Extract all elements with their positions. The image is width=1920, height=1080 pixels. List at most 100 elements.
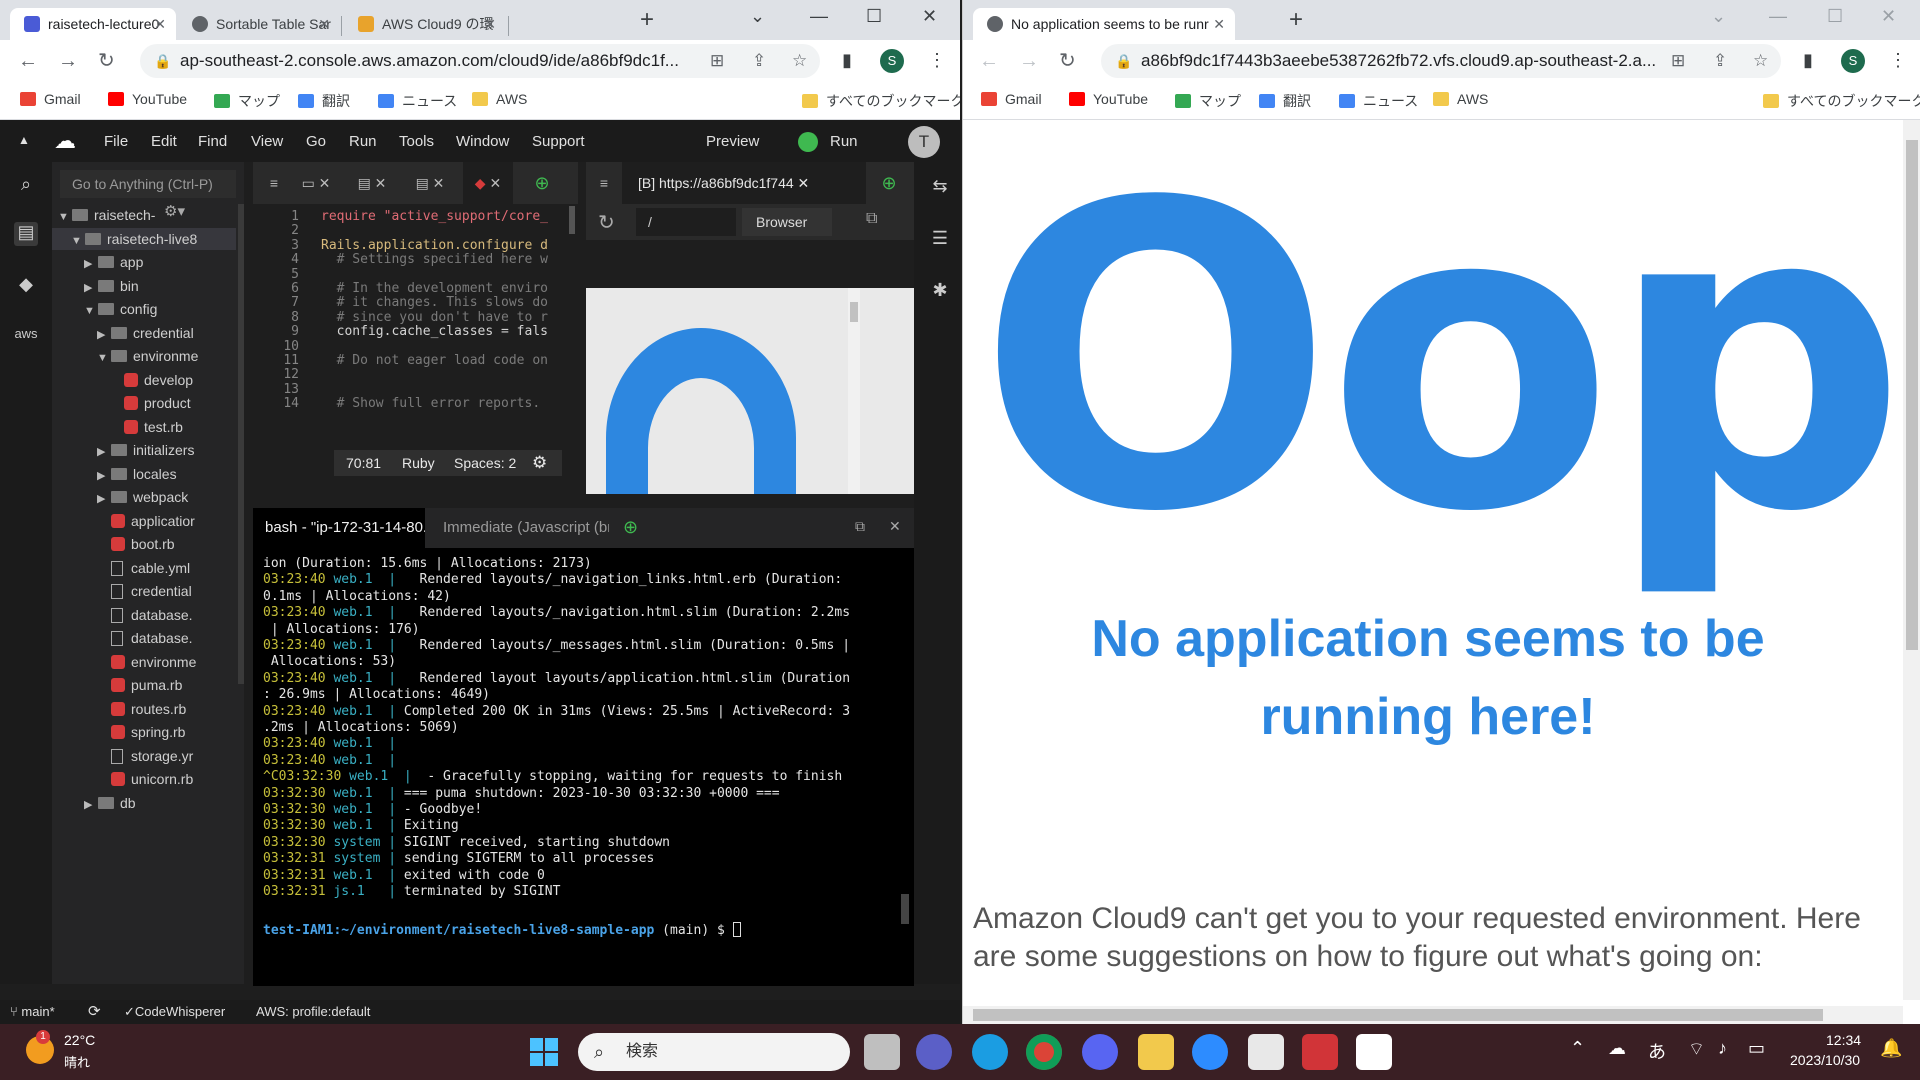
teams-icon[interactable]: [916, 1034, 952, 1070]
branch-indicator[interactable]: ⑂ main*: [10, 1004, 55, 1019]
pane-menu-icon[interactable]: ≡: [253, 162, 295, 204]
reload-button[interactable]: ↻: [1059, 46, 1076, 76]
microsoft-store-icon[interactable]: [1248, 1034, 1284, 1070]
bookmark-gmail[interactable]: Gmail: [20, 91, 81, 107]
tree-item[interactable]: cable.yml: [52, 557, 236, 579]
new-tab-button[interactable]: +: [640, 8, 654, 32]
tree-item[interactable]: ▶ db: [52, 792, 236, 814]
menu-support[interactable]: Support: [532, 133, 585, 150]
discord-icon[interactable]: [1082, 1034, 1118, 1070]
bookmark-aws[interactable]: AWS: [1433, 91, 1488, 107]
menu-view[interactable]: View: [251, 133, 283, 150]
tree-item[interactable]: unicorn.rb: [52, 768, 236, 790]
menu-run[interactable]: Run: [349, 133, 377, 150]
weather-desc[interactable]: 晴れ: [64, 1052, 90, 1071]
terminal-tab-immediate[interactable]: Immediate (Javascript (br ✕: [433, 508, 609, 548]
tab-no-application[interactable]: No application seems to be runr ✕: [973, 8, 1235, 40]
bookmark-translate[interactable]: 翻訳: [298, 91, 350, 111]
clock-time[interactable]: 12:34: [1826, 1032, 1861, 1048]
tree-item[interactable]: database.: [52, 604, 236, 626]
tree-item[interactable]: ▼ environme: [52, 345, 236, 367]
tree-item[interactable]: spring.rb: [52, 721, 236, 743]
aws-profile[interactable]: AWS: profile:default: [256, 1004, 370, 1019]
browser-dropdown[interactable]: Browser: [742, 208, 832, 236]
tree-item[interactable]: ▶ locales: [52, 463, 236, 485]
tree-item[interactable]: ▶ webpack: [52, 486, 236, 508]
preview-path-input[interactable]: /: [636, 208, 736, 236]
menu-icon[interactable]: ⋮: [1889, 50, 1907, 71]
task-view-icon[interactable]: [864, 1034, 900, 1070]
zoom-icon[interactable]: [1192, 1034, 1228, 1070]
tree-item[interactable]: ▶ initializers: [52, 439, 236, 461]
sync-icon[interactable]: ⟳: [88, 1002, 101, 1020]
menu-tools[interactable]: Tools: [399, 133, 434, 150]
tree-item[interactable]: ▶ app: [52, 251, 236, 273]
volume-icon[interactable]: ♪: [1718, 1038, 1727, 1059]
tree-item[interactable]: credential: [52, 580, 236, 602]
maximize-pane-icon[interactable]: ⧉: [855, 518, 865, 535]
source-control-icon[interactable]: ◆: [14, 274, 38, 298]
collaborate-icon[interactable]: ⇆: [928, 176, 952, 200]
maximize-button[interactable]: ☐: [866, 6, 882, 27]
reload-button[interactable]: ↻: [98, 46, 115, 76]
bookmark-maps[interactable]: マップ: [214, 91, 280, 111]
all-bookmarks[interactable]: すべてのブックマーク: [802, 91, 960, 111]
tree-item[interactable]: ▼ raisetech-live8: [52, 227, 236, 250]
close-icon[interactable]: ✕: [484, 8, 496, 40]
close-pane-icon[interactable]: ✕: [889, 518, 901, 535]
tree-item[interactable]: puma.rb: [52, 674, 236, 696]
terminal-scrollbar[interactable]: [901, 894, 909, 924]
tree-item[interactable]: ▶ bin: [52, 275, 236, 297]
chrome-icon[interactable]: [1026, 1034, 1062, 1070]
tree-item[interactable]: develop: [52, 369, 236, 391]
address-bar[interactable]: 🔒 a86bf9dc1f7443b3aeebe5387262fb72.vfs.c…: [1101, 44, 1781, 78]
bookmark-maps[interactable]: マップ: [1175, 91, 1241, 111]
menu-icon[interactable]: ⋮: [928, 50, 946, 71]
star-icon[interactable]: ☆: [792, 44, 807, 78]
wifi-icon[interactable]: ⌔: [1688, 1038, 1705, 1061]
tree-item[interactable]: test.rb: [52, 416, 236, 438]
codewhisperer-status[interactable]: ✓CodeWhisperer: [124, 1004, 225, 1020]
scroll-thumb[interactable]: [973, 1009, 1823, 1021]
editor-tab-ruby-active[interactable]: ◆ ✕: [463, 162, 513, 204]
add-tab-icon[interactable]: ⊕: [623, 517, 638, 538]
tree-item[interactable]: ▶ credential: [52, 322, 236, 344]
tab-sortable-table[interactable]: Sortable Table Sar ✕: [178, 8, 340, 40]
bookmark-aws[interactable]: AWS: [472, 91, 527, 107]
close-icon[interactable]: ✕: [1213, 8, 1225, 40]
tab-search-icon[interactable]: ⌄: [750, 6, 765, 27]
refresh-icon[interactable]: ↻: [598, 210, 615, 235]
bookmark-youtube[interactable]: YouTube: [108, 91, 187, 107]
editor-tab-1[interactable]: ▭ ✕: [295, 162, 337, 204]
collapse-icon[interactable]: ▲: [18, 133, 30, 147]
bookmark-news[interactable]: ニュース: [378, 91, 457, 111]
add-tab-icon[interactable]: ⊕: [521, 162, 563, 204]
menu-find[interactable]: Find: [198, 133, 227, 150]
share-icon[interactable]: ⇪: [752, 44, 766, 78]
minimize-button[interactable]: —: [1769, 6, 1787, 27]
profile-avatar[interactable]: S: [880, 49, 904, 73]
chevron-up-icon[interactable]: ⌃: [1570, 1038, 1585, 1059]
tree-item[interactable]: environme: [52, 651, 236, 673]
aws-icon[interactable]: aws: [14, 326, 38, 350]
outline-icon[interactable]: ☰: [928, 228, 952, 252]
menu-file[interactable]: File: [104, 133, 128, 150]
tree-item[interactable]: ▼ config: [52, 298, 236, 320]
tree-item[interactable]: applicatior: [52, 510, 236, 532]
pane-menu-icon[interactable]: ≡: [586, 162, 622, 204]
back-button[interactable]: ←: [979, 46, 999, 76]
popout-icon[interactable]: ⧉: [866, 210, 877, 228]
menu-go[interactable]: Go: [306, 133, 326, 150]
tree-item[interactable]: routes.rb: [52, 698, 236, 720]
weather-temp[interactable]: 22°C: [64, 1032, 95, 1048]
search-icon[interactable]: ⌕: [14, 174, 38, 198]
side-panel-icon[interactable]: ▮: [842, 50, 852, 71]
tree-item[interactable]: storage.yr: [52, 745, 236, 767]
user-avatar[interactable]: T: [908, 126, 940, 158]
address-bar[interactable]: 🔒 ap-southeast-2.console.aws.amazon.com/…: [140, 44, 820, 78]
minimize-button[interactable]: —: [810, 6, 828, 27]
file-explorer-icon[interactable]: [1138, 1034, 1174, 1070]
editor-tab-3[interactable]: ▤ ✕: [409, 162, 451, 204]
editor-scrollbar[interactable]: [569, 206, 575, 234]
environment-icon[interactable]: ▤: [14, 222, 38, 246]
